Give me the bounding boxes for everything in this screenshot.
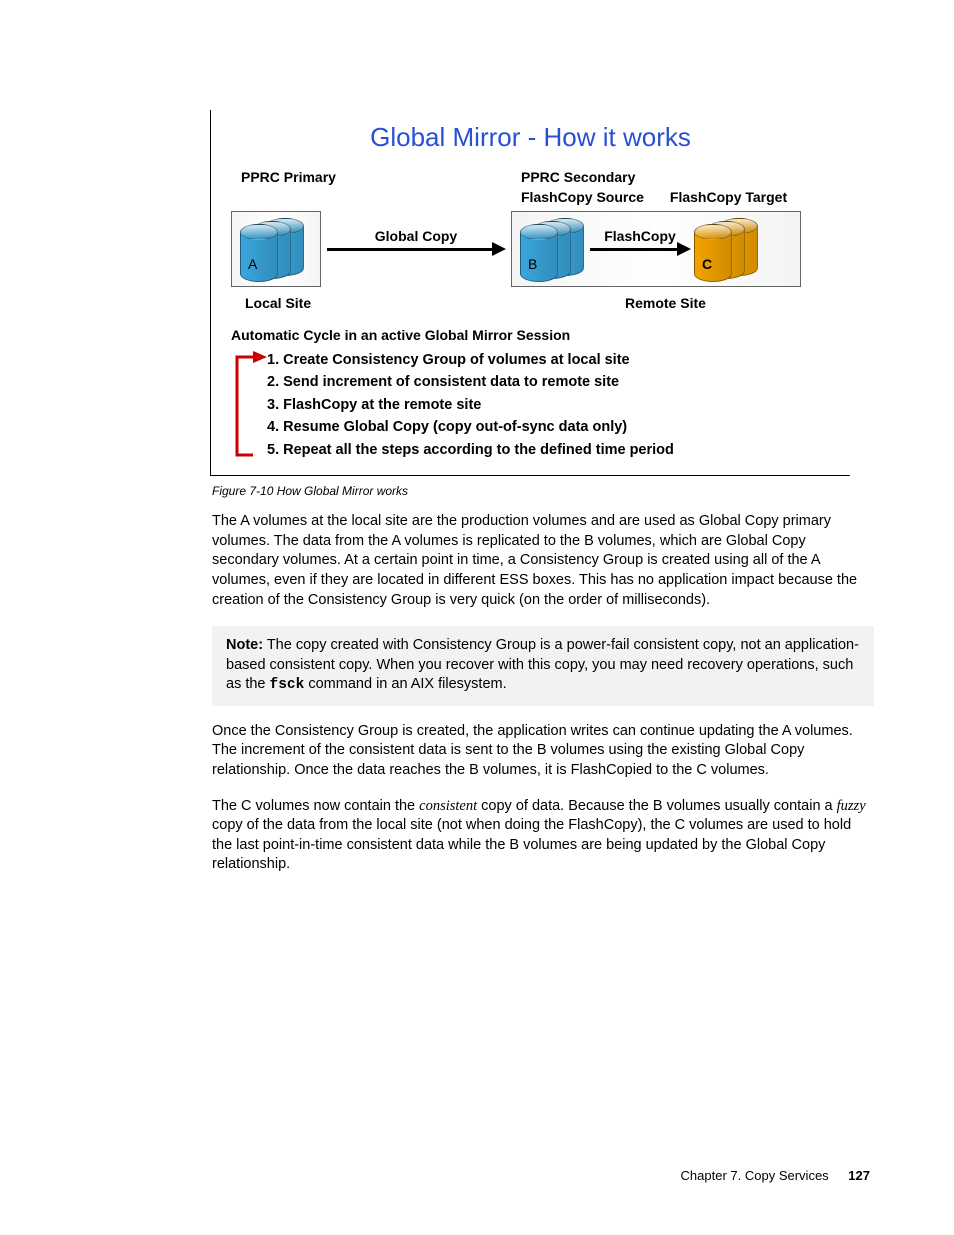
p3-fuzzy: fuzzy [837,798,866,814]
p3-part-a: The C volumes now contain the [212,798,419,814]
paragraph-2: Once the Consistency Group is created, t… [212,722,874,781]
p3-part-b: copy of data. Because the B volumes usua… [477,798,837,814]
cylinder-label-c: C [702,256,712,272]
figure-caption: Figure 7-10 How Global Mirror works [212,484,874,498]
label-fc-source: FlashCopy Source [521,189,644,205]
p3-consistent: consistent [419,798,477,814]
note-command: fsck [270,677,305,693]
loop-arrow-icon [231,349,267,461]
note-box: Note: The copy created with Consistency … [212,626,874,706]
figure-global-mirror: Global Mirror - How it works PPRC Primar… [210,110,850,476]
footer-chapter: Chapter 7. Copy Services [681,1168,829,1183]
site-labels-row: Local Site Remote Site [231,295,830,311]
step-2: 2. Send increment of consistent data to … [267,371,674,393]
steps-list: 1. Create Consistency Group of volumes a… [267,349,674,461]
diagram-row: A Global Copy B FlashCopy [231,211,830,287]
paragraph-1: The A volumes at the local site are the … [212,512,874,610]
label-remote-site: Remote Site [625,295,706,311]
local-site-box: A [231,211,321,287]
label-local-site: Local Site [231,295,585,311]
label-pprc-primary: PPRC Primary [231,169,521,185]
cylinder-group-a: A [240,218,306,280]
arrow-flashcopy: FlashCopy [590,248,690,251]
label-right-column: PPRC Secondary [521,169,721,185]
cylinder-group-b: B [520,218,586,280]
cylinder-label-b: B [528,256,537,272]
step-4: 4. Resume Global Copy (copy out-of-sync … [267,416,674,438]
cycle-heading: Automatic Cycle in an active Global Mirr… [231,327,830,343]
note-label: Note: [226,637,263,653]
arrow-label-flashcopy: FlashCopy [604,228,676,244]
top-labels-row: PPRC Primary PPRC Secondary [231,169,830,185]
arrow-global-copy: Global Copy [327,248,505,251]
arrow-label-global-copy: Global Copy [375,228,457,244]
paragraph-3: The C volumes now contain the consistent… [212,797,874,875]
step-3: 3. FlashCopy at the remote site [267,394,674,416]
p3-part-c: copy of the data from the local site (no… [212,817,851,872]
cylinder-label-a: A [248,256,257,272]
page: Global Mirror - How it works PPRC Primar… [0,0,954,1235]
step-1: 1. Create Consistency Group of volumes a… [267,349,674,371]
steps-wrap: 1. Create Consistency Group of volumes a… [231,349,830,461]
page-footer: Chapter 7. Copy Services 127 [681,1168,870,1183]
label-pprc-secondary: PPRC Secondary [521,169,721,185]
label-fc-target: FlashCopy Target [670,189,787,205]
footer-page-number: 127 [848,1168,870,1183]
figure-title: Global Mirror - How it works [231,122,830,153]
step-5: 5. Repeat all the steps according to the… [267,439,674,461]
remote-site-box: B FlashCopy C [511,211,801,287]
cylinder-group-c: C [694,218,760,280]
note-text-after: command in an AIX filesystem. [304,676,506,692]
